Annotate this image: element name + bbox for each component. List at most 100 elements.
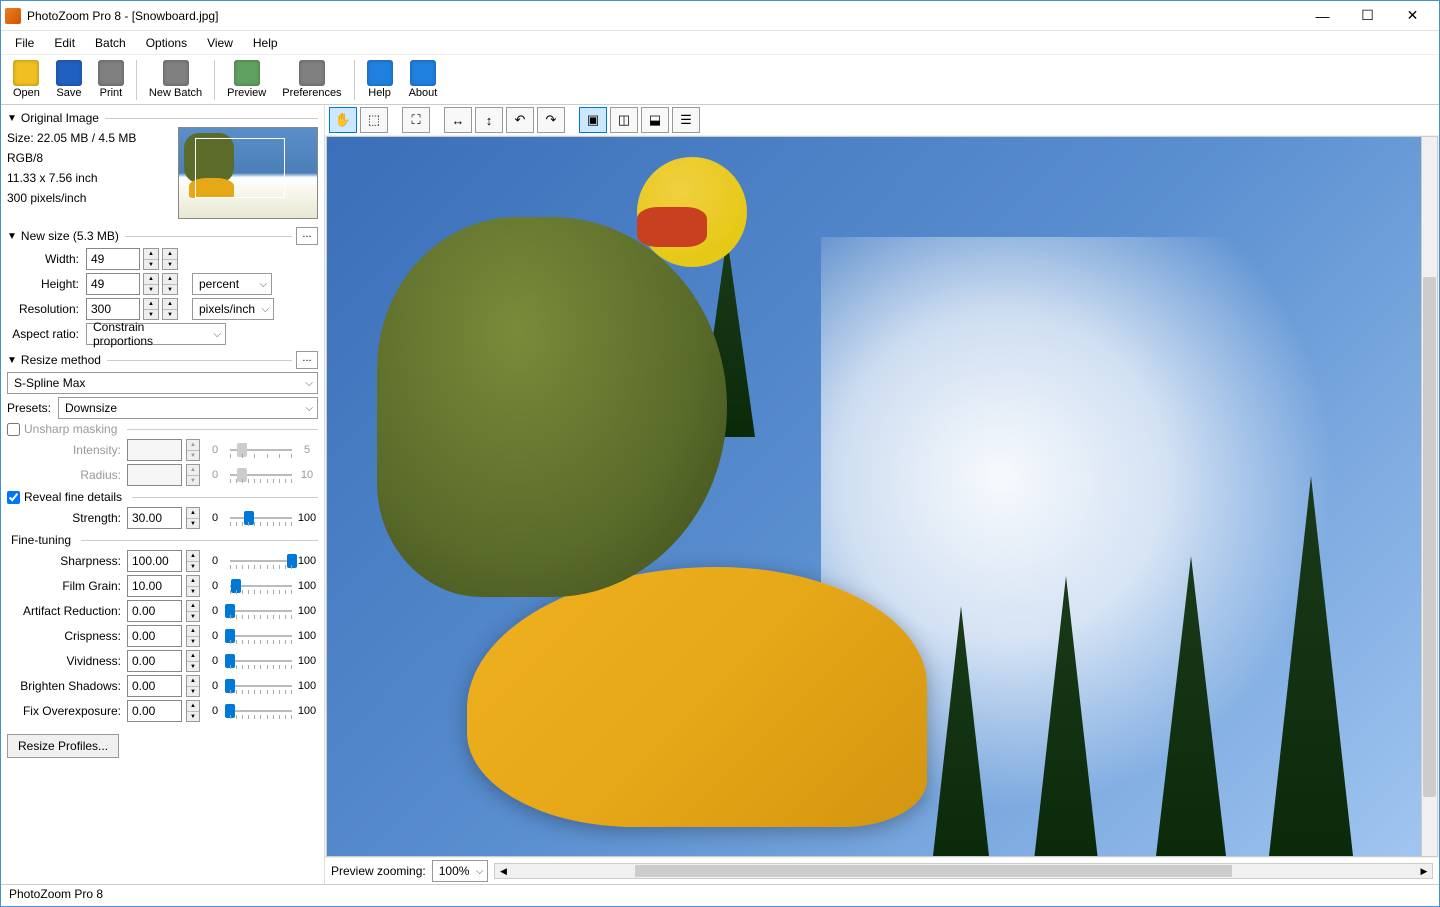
fine-input-1[interactable] xyxy=(127,575,182,597)
thumbnail-navigator[interactable] xyxy=(178,127,318,219)
scroll-right-icon[interactable]: ▶ xyxy=(1416,864,1432,878)
width-label: Width: xyxy=(7,252,83,266)
presets-select[interactable]: Downsize xyxy=(58,397,318,419)
minimize-button[interactable]: — xyxy=(1300,2,1345,30)
crop-tool-button[interactable]: ⛶ xyxy=(402,107,430,133)
reveal-checkbox[interactable] xyxy=(7,491,20,504)
resize-method-more-button[interactable]: ... xyxy=(296,351,318,369)
fine-spinner-0[interactable]: ▲▼ xyxy=(186,550,200,572)
strength-input[interactable] xyxy=(127,507,182,529)
original-image-header: ▼ Original Image xyxy=(7,111,318,125)
aspect-ratio-select[interactable]: Constrain proportions xyxy=(86,323,226,345)
size-unit-select[interactable]: percent xyxy=(192,273,272,295)
width-step-spinner[interactable]: ▲▼ xyxy=(162,248,178,270)
height-step-spinner[interactable]: ▲▼ xyxy=(162,273,178,295)
fine-slider-2[interactable] xyxy=(230,601,292,621)
view-toolbar: ✋ ⬚ ⛶ ↔ ↕ ↶ ↷ ▣ ◫ ⬓ ☰ xyxy=(325,105,1439,135)
flip-vertical-button[interactable]: ↕ xyxy=(475,107,503,133)
aspect-label: Aspect ratio: xyxy=(7,327,83,341)
unsharp-label: Unsharp masking xyxy=(24,422,117,436)
fine-spinner-4[interactable]: ▲▼ xyxy=(186,650,200,672)
original-image-label: Original Image xyxy=(21,111,99,125)
view-split-v-button[interactable]: ⬓ xyxy=(641,107,669,133)
preferences-button[interactable]: Preferences xyxy=(274,58,349,101)
view-split-h-button[interactable]: ◫ xyxy=(610,107,638,133)
height-input[interactable] xyxy=(86,273,140,295)
fine-spinner-6[interactable]: ▲▼ xyxy=(186,700,200,722)
fine-input-6[interactable] xyxy=(127,700,182,722)
fine-slider-3[interactable] xyxy=(230,626,292,646)
pan-tool-button[interactable]: ✋ xyxy=(329,107,357,133)
fine-spinner-3[interactable]: ▲▼ xyxy=(186,625,200,647)
width-input[interactable] xyxy=(86,248,140,270)
fine-slider-0[interactable] xyxy=(230,551,292,571)
menu-batch[interactable]: Batch xyxy=(85,34,136,52)
flip-horizontal-button[interactable]: ↔ xyxy=(444,107,472,133)
about-button[interactable]: About xyxy=(401,58,446,101)
new-batch-button[interactable]: New Batch xyxy=(141,58,210,101)
presets-label: Presets: xyxy=(7,401,55,415)
resolution-unit-select[interactable]: pixels/inch xyxy=(192,298,274,320)
menu-help[interactable]: Help xyxy=(243,34,288,52)
fine-spinner-5[interactable]: ▲▼ xyxy=(186,675,200,697)
app-icon xyxy=(5,8,21,24)
height-spinner[interactable]: ▲▼ xyxy=(143,273,159,295)
new-size-more-button[interactable]: ... xyxy=(296,227,318,245)
window-title: PhotoZoom Pro 8 - [Snowboard.jpg] xyxy=(27,9,1300,23)
close-button[interactable]: ✕ xyxy=(1390,2,1435,30)
radius-label: Radius: xyxy=(7,468,123,482)
intensity-slider xyxy=(230,440,292,460)
collapse-icon[interactable]: ▼ xyxy=(7,355,17,366)
preview-button[interactable]: Preview xyxy=(219,58,274,101)
image-canvas[interactable] xyxy=(326,136,1438,857)
rotate-right-button[interactable]: ↷ xyxy=(537,107,565,133)
save-button[interactable]: Save xyxy=(48,58,90,101)
help-button[interactable]: Help xyxy=(359,58,401,101)
menu-options[interactable]: Options xyxy=(136,34,197,52)
fine-input-0[interactable] xyxy=(127,550,182,572)
preview-zoom-label: Preview zooming: xyxy=(331,864,426,878)
fine-input-3[interactable] xyxy=(127,625,182,647)
main-toolbar: OpenSavePrintNew BatchPreviewPreferences… xyxy=(1,55,1439,105)
print-button[interactable]: Print xyxy=(90,58,132,101)
fine-input-4[interactable] xyxy=(127,650,182,672)
resolution-spinner[interactable]: ▲▼ xyxy=(143,298,159,320)
menu-file[interactable]: File xyxy=(5,34,44,52)
unsharp-checkbox[interactable] xyxy=(7,423,20,436)
fine-slider-6[interactable] xyxy=(230,701,292,721)
height-label: Height: xyxy=(7,277,83,291)
resize-profiles-button[interactable]: Resize Profiles... xyxy=(7,734,119,758)
horizontal-scrollbar[interactable]: ◀ ▶ xyxy=(494,863,1433,879)
strength-spinner[interactable]: ▲▼ xyxy=(186,507,200,529)
view-stack-button[interactable]: ☰ xyxy=(672,107,700,133)
vertical-scrollbar[interactable] xyxy=(1421,137,1437,856)
intensity-input xyxy=(127,439,182,461)
select-tool-button[interactable]: ⬚ xyxy=(360,107,388,133)
fine-slider-5[interactable] xyxy=(230,676,292,696)
strength-label: Strength: xyxy=(7,511,123,525)
fine-slider-4[interactable] xyxy=(230,651,292,671)
fine-input-2[interactable] xyxy=(127,600,182,622)
resolution-input[interactable] xyxy=(86,298,140,320)
open-button[interactable]: Open xyxy=(5,58,48,101)
fine-label-6: Fix Overexposure: xyxy=(7,704,123,718)
fine-spinner-2[interactable]: ▲▼ xyxy=(186,600,200,622)
collapse-icon[interactable]: ▼ xyxy=(7,113,17,124)
radius-spinner: ▲▼ xyxy=(186,464,200,486)
fine-input-5[interactable] xyxy=(127,675,182,697)
fine-slider-1[interactable] xyxy=(230,576,292,596)
maximize-button[interactable]: ☐ xyxy=(1345,2,1390,30)
collapse-icon[interactable]: ▼ xyxy=(7,231,17,242)
scroll-left-icon[interactable]: ◀ xyxy=(495,864,511,878)
view-single-button[interactable]: ▣ xyxy=(579,107,607,133)
strength-slider[interactable] xyxy=(230,508,292,528)
rotate-left-button[interactable]: ↶ xyxy=(506,107,534,133)
width-spinner[interactable]: ▲▼ xyxy=(143,248,159,270)
menu-edit[interactable]: Edit xyxy=(44,34,85,52)
fine-label-5: Brighten Shadows: xyxy=(7,679,123,693)
menu-view[interactable]: View xyxy=(197,34,243,52)
resize-method-select[interactable]: S-Spline Max xyxy=(7,372,318,394)
resolution-step-spinner[interactable]: ▲▼ xyxy=(162,298,178,320)
preview-zoom-select[interactable]: 100% xyxy=(432,860,489,882)
fine-spinner-1[interactable]: ▲▼ xyxy=(186,575,200,597)
